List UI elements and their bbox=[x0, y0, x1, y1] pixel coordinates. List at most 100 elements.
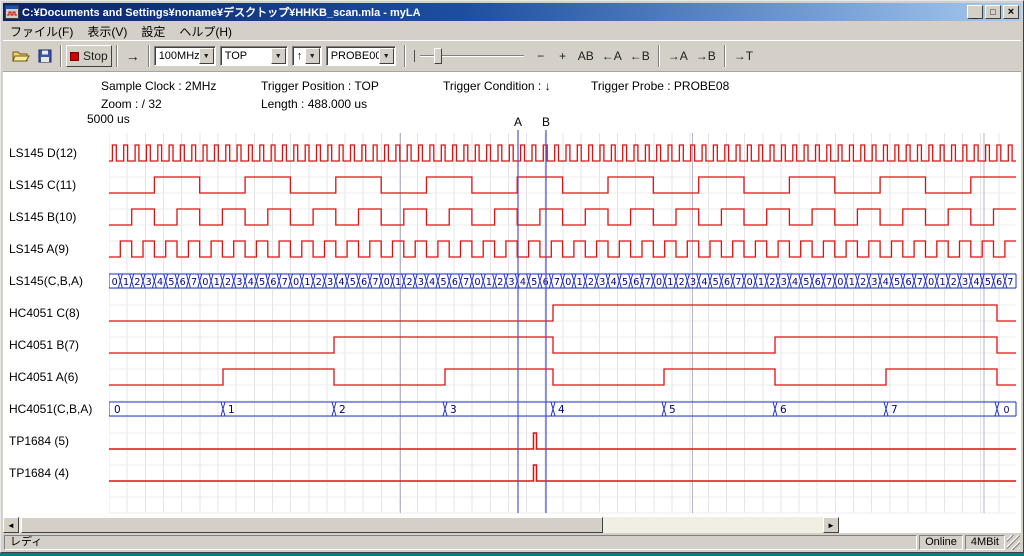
channel-label: HC4051 C(8) bbox=[9, 305, 80, 321]
minimize-icon: _ bbox=[972, 11, 977, 20]
bus-value: 1 bbox=[667, 277, 673, 288]
stop-icon bbox=[70, 52, 79, 61]
signal-trace bbox=[109, 209, 1016, 225]
bus-value: 5 bbox=[669, 404, 676, 416]
save-button[interactable] bbox=[34, 45, 56, 67]
bus-value: 3 bbox=[690, 277, 696, 288]
bus-value: 0 bbox=[747, 277, 753, 288]
channel-label: HC4051 B(7) bbox=[9, 337, 79, 353]
bus-value: 4 bbox=[338, 277, 344, 288]
bus-value: 3 bbox=[781, 277, 787, 288]
window-controls: _ □ × bbox=[967, 5, 1019, 19]
scroll-right-button[interactable]: ► bbox=[823, 517, 839, 533]
slider-thumb[interactable] bbox=[434, 48, 442, 64]
dropdown-arrow-icon[interactable]: ▼ bbox=[379, 48, 394, 64]
bus-value: 0 bbox=[202, 277, 208, 288]
status-memory-badge: 4MBit bbox=[965, 535, 1005, 550]
bus-value: 1 bbox=[304, 277, 310, 288]
menu-file[interactable]: ファイル(F) bbox=[3, 22, 80, 41]
goto-trigger-button[interactable]: →T bbox=[730, 45, 757, 67]
info-zoom: Zoom : / 32 bbox=[101, 97, 162, 111]
dropdown-arrow-icon[interactable]: ▼ bbox=[271, 48, 286, 64]
bus-value: 6 bbox=[996, 277, 1002, 288]
bus-value: 3 bbox=[962, 277, 968, 288]
close-button[interactable]: × bbox=[1003, 5, 1019, 19]
waveform-plot[interactable]: 0123456701234567012345670123456701234567… bbox=[109, 115, 1017, 517]
bus-value: 5 bbox=[622, 277, 628, 288]
trigger-position-select[interactable]: TOP ▼ bbox=[220, 46, 288, 66]
bus-value: 7 bbox=[917, 277, 923, 288]
probe-value: PROBE00 bbox=[331, 50, 379, 62]
sample-clock-select[interactable]: 100MHz ▼ bbox=[154, 46, 216, 66]
trigger-edge-select[interactable]: ↑ ▼ bbox=[292, 46, 322, 66]
status-memory-text: 4MBit bbox=[971, 536, 999, 548]
zoom-in-button[interactable]: + bbox=[552, 45, 574, 67]
move-a-button[interactable]: →A bbox=[664, 45, 692, 67]
info-sample-clock: Sample Clock : 2MHz bbox=[101, 79, 216, 93]
stop-label: Stop bbox=[83, 49, 108, 63]
toolbar-separator bbox=[148, 45, 150, 67]
bus-value: 0 bbox=[293, 277, 299, 288]
status-online-text: Online bbox=[925, 536, 957, 548]
bus-value: 7 bbox=[645, 277, 651, 288]
floppy-icon bbox=[38, 49, 52, 63]
horizontal-scrollbar[interactable]: ◄ ► bbox=[3, 517, 839, 533]
trigger-edge-value: ↑ bbox=[297, 50, 305, 62]
channel-label: TP1684 (4) bbox=[9, 465, 69, 481]
channel-label: HC4051(C,B,A) bbox=[9, 401, 92, 417]
bus-value: 0 bbox=[114, 404, 121, 416]
resize-grip[interactable] bbox=[1007, 535, 1020, 550]
channel-label: LS145 D(12) bbox=[9, 145, 77, 161]
bus-value: 1 bbox=[486, 277, 492, 288]
signal-trace bbox=[109, 177, 1016, 193]
arrow-glyph: ▼ bbox=[383, 53, 390, 60]
goto-a-button[interactable]: ←A bbox=[598, 45, 626, 67]
bus-value: 6 bbox=[815, 277, 821, 288]
goto-b-button[interactable]: ←B bbox=[626, 45, 654, 67]
bus-value: 1 bbox=[577, 277, 583, 288]
channel-label: TP1684 (5) bbox=[9, 433, 69, 449]
zoom-out-button[interactable]: − bbox=[530, 45, 552, 67]
menu-settings[interactable]: 設定 bbox=[134, 22, 172, 41]
channel-label: HC4051 A(6) bbox=[9, 369, 78, 385]
desktop: { "window": { "title": "C:¥Documents and… bbox=[0, 0, 1024, 556]
titlebar[interactable]: C:¥Documents and Settings¥noname¥デスクトップ¥… bbox=[3, 3, 1021, 21]
open-file-button[interactable] bbox=[8, 45, 34, 67]
minimize-button[interactable]: _ bbox=[967, 5, 983, 19]
dropdown-arrow-icon[interactable]: ▼ bbox=[199, 48, 214, 64]
bus-value: 0 bbox=[656, 277, 662, 288]
probe-select[interactable]: PROBE00 ▼ bbox=[326, 46, 396, 66]
scroll-left-button[interactable]: ◄ bbox=[3, 517, 19, 533]
bus-value: 0 bbox=[112, 277, 118, 288]
menu-view[interactable]: 表示(V) bbox=[80, 22, 134, 41]
bus-value: 2 bbox=[588, 277, 594, 288]
scroll-thumb[interactable] bbox=[21, 517, 603, 533]
status-ready-text: レディ bbox=[10, 536, 42, 548]
zoom-slider[interactable] bbox=[414, 45, 526, 67]
menu-help[interactable]: ヘルプ(H) bbox=[172, 22, 239, 41]
run-button[interactable]: → bbox=[122, 45, 144, 67]
bus-value: 5 bbox=[894, 277, 900, 288]
maximize-button[interactable]: □ bbox=[985, 5, 1001, 19]
bus-value: 0 bbox=[1003, 405, 1009, 416]
channel-label: LS145 B(10) bbox=[9, 209, 76, 225]
bus-value: 4 bbox=[520, 277, 526, 288]
bus-value: 2 bbox=[406, 277, 412, 288]
bus-value: 0 bbox=[384, 277, 390, 288]
dropdown-arrow-icon[interactable]: ▼ bbox=[305, 48, 320, 64]
bus-value: 2 bbox=[860, 277, 866, 288]
bus-value: 4 bbox=[157, 277, 163, 288]
close-icon: × bbox=[1008, 7, 1014, 18]
bus-value: 5 bbox=[531, 277, 537, 288]
bus-value: 4 bbox=[558, 404, 565, 416]
waveform-panel: Sample Clock : 2MHz Trigger Position : T… bbox=[3, 72, 1021, 533]
toolbar: Stop → 100MHz ▼ TOP ▼ ↑ ▼ PROBE00 ▼ − + … bbox=[3, 40, 1021, 72]
arrow-glyph: ▼ bbox=[275, 53, 282, 60]
bus-value: 2 bbox=[497, 277, 503, 288]
ab-button[interactable]: AB bbox=[574, 45, 598, 67]
bus-value: 5 bbox=[985, 277, 991, 288]
stop-button[interactable]: Stop bbox=[66, 45, 112, 67]
bus-value: 7 bbox=[191, 277, 197, 288]
move-b-button[interactable]: →B bbox=[692, 45, 720, 67]
bus-value: 6 bbox=[180, 277, 186, 288]
